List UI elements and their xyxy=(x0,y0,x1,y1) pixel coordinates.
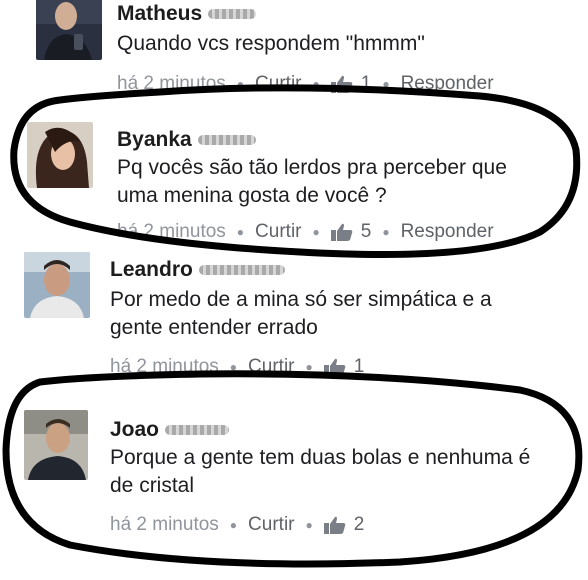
comment-joao: Joao Porque a gente tem duas bolas e nen… xyxy=(0,398,588,548)
comment-leandro: Leandro Por medo de a mina só ser simpát… xyxy=(0,248,588,378)
avatar[interactable] xyxy=(24,252,90,318)
reply-button[interactable]: Responder xyxy=(401,73,494,95)
timestamp: há 2 minutos xyxy=(110,356,219,377)
timestamp: há 2 minutos xyxy=(117,73,226,94)
like-count: 5 xyxy=(360,221,372,242)
like-count: 2 xyxy=(353,514,365,535)
like-button[interactable]: Curtir xyxy=(248,514,294,536)
comment-text: Pq vocês são tão lerdos pra perceber que… xyxy=(117,156,507,207)
avatar[interactable] xyxy=(27,122,93,188)
comment-meta: há 2 minutos ● Curtir ● 1 xyxy=(110,356,365,378)
avatar[interactable] xyxy=(24,410,88,480)
comment-meta: há 2 minutos ● Curtir ● 2 xyxy=(110,514,365,536)
timestamp: há 2 minutos xyxy=(117,221,226,242)
comment-text: Porque a gente tem duas bolas e nenhuma … xyxy=(110,446,531,497)
avatar[interactable] xyxy=(36,0,102,60)
thumbs-up-icon xyxy=(330,223,353,241)
author-name[interactable]: Byanka xyxy=(117,128,256,152)
like-count: 1 xyxy=(353,356,365,377)
thumbs-up-icon xyxy=(323,516,346,534)
comment-text: Quando vcs respondem "hmmm" xyxy=(117,32,425,55)
thumbs-up-icon xyxy=(330,75,353,93)
comment-byanka: Byanka Pq vocês são tão lerdos pra perce… xyxy=(0,110,588,250)
author-name[interactable]: Matheus xyxy=(117,2,257,26)
reply-button[interactable]: Responder xyxy=(401,221,494,243)
timestamp: há 2 minutos xyxy=(110,514,219,535)
like-button[interactable]: Curtir xyxy=(255,73,301,95)
author-name[interactable]: Leandro xyxy=(110,258,285,282)
comment-meta: há 2 minutos ● Curtir ● 1 ● Responder xyxy=(117,73,494,95)
like-count: 1 xyxy=(360,73,372,94)
comment-meta: há 2 minutos ● Curtir ● 5 ● Responder xyxy=(117,221,494,243)
author-name[interactable]: Joao xyxy=(110,418,230,442)
like-button[interactable]: Curtir xyxy=(255,221,301,243)
comment-text: Por medo de a mina só ser simpática e a … xyxy=(110,288,492,339)
comment-matheus: Matheus Quando vcs respondem "hmmm" há 2… xyxy=(0,0,588,100)
like-button[interactable]: Curtir xyxy=(248,356,294,378)
thumbs-up-icon xyxy=(323,358,346,376)
